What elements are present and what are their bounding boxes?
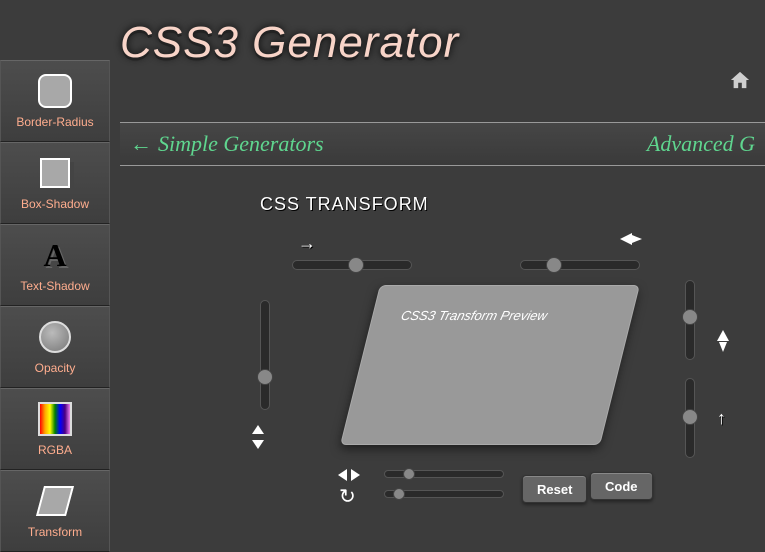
code-label: Code xyxy=(605,479,638,494)
border-radius-icon xyxy=(37,73,73,109)
sidebar-item-label: RGBA xyxy=(38,443,72,457)
slider-translate-y[interactable] xyxy=(685,378,695,458)
sidebar-item-opacity[interactable]: Opacity xyxy=(0,306,110,388)
scale-y-icon xyxy=(252,425,264,449)
sidebar-item-rgba[interactable]: RGBA xyxy=(0,388,110,470)
sidebar-item-label: Transform xyxy=(28,525,82,539)
slider-skew-y[interactable] xyxy=(685,280,695,360)
skew-y-icon xyxy=(715,330,731,357)
preview-label: CSS3 Transform Preview xyxy=(399,308,605,323)
sidebar-item-label: Opacity xyxy=(35,361,76,375)
arrow-left-icon: ← xyxy=(130,131,152,157)
main-panel: CSS TRANSFORM → ↑ CSS3 Transform Preview… xyxy=(120,170,765,547)
breadcrumb: ← Simple Generators Advanced G xyxy=(120,122,765,166)
sidebar-item-label: Box-Shadow xyxy=(21,197,89,211)
reset-button[interactable]: Reset xyxy=(522,475,587,503)
rgba-icon xyxy=(37,401,73,437)
breadcrumb-forward[interactable]: Advanced G xyxy=(647,131,755,157)
rotate-arrow-icon: → xyxy=(298,233,316,254)
slider-rotate-top-left[interactable] xyxy=(292,260,412,270)
slider-rotate-bottom[interactable] xyxy=(384,490,504,498)
home-icon[interactable] xyxy=(729,70,751,96)
refresh-icon[interactable]: ↻ xyxy=(339,484,356,509)
reset-label: Reset xyxy=(537,482,572,497)
transform-preview: CSS3 Transform Preview xyxy=(340,285,640,445)
breadcrumb-left-label: Simple Generators xyxy=(158,131,324,157)
transform-icon xyxy=(37,483,73,519)
arrow-up-icon: ↑ xyxy=(717,408,726,429)
section-title: CSS TRANSFORM xyxy=(260,194,429,215)
slider-skew-x[interactable] xyxy=(520,260,640,270)
page-title: CSS3 Generator xyxy=(120,18,765,68)
text-shadow-icon: A xyxy=(37,237,73,273)
breadcrumb-right-label: Advanced G xyxy=(647,131,755,156)
sidebar-item-box-shadow[interactable]: Box-Shadow xyxy=(0,142,110,224)
sidebar: Border-Radius Box-Shadow A Text-Shadow O… xyxy=(0,60,110,552)
sidebar-item-label: Border-Radius xyxy=(16,115,93,129)
box-shadow-icon xyxy=(37,155,73,191)
sidebar-item-text-shadow[interactable]: A Text-Shadow xyxy=(0,224,110,306)
sidebar-item-border-radius[interactable]: Border-Radius xyxy=(0,60,110,142)
code-button[interactable]: Code xyxy=(590,472,653,500)
slider-translate-x[interactable] xyxy=(384,470,504,478)
opacity-icon xyxy=(37,319,73,355)
sidebar-item-label: Text-Shadow xyxy=(20,279,89,293)
skew-x-icon xyxy=(620,230,642,253)
breadcrumb-back[interactable]: ← Simple Generators xyxy=(130,131,324,157)
slider-scale-y[interactable] xyxy=(260,300,270,410)
sidebar-item-transform[interactable]: Transform xyxy=(0,470,110,552)
